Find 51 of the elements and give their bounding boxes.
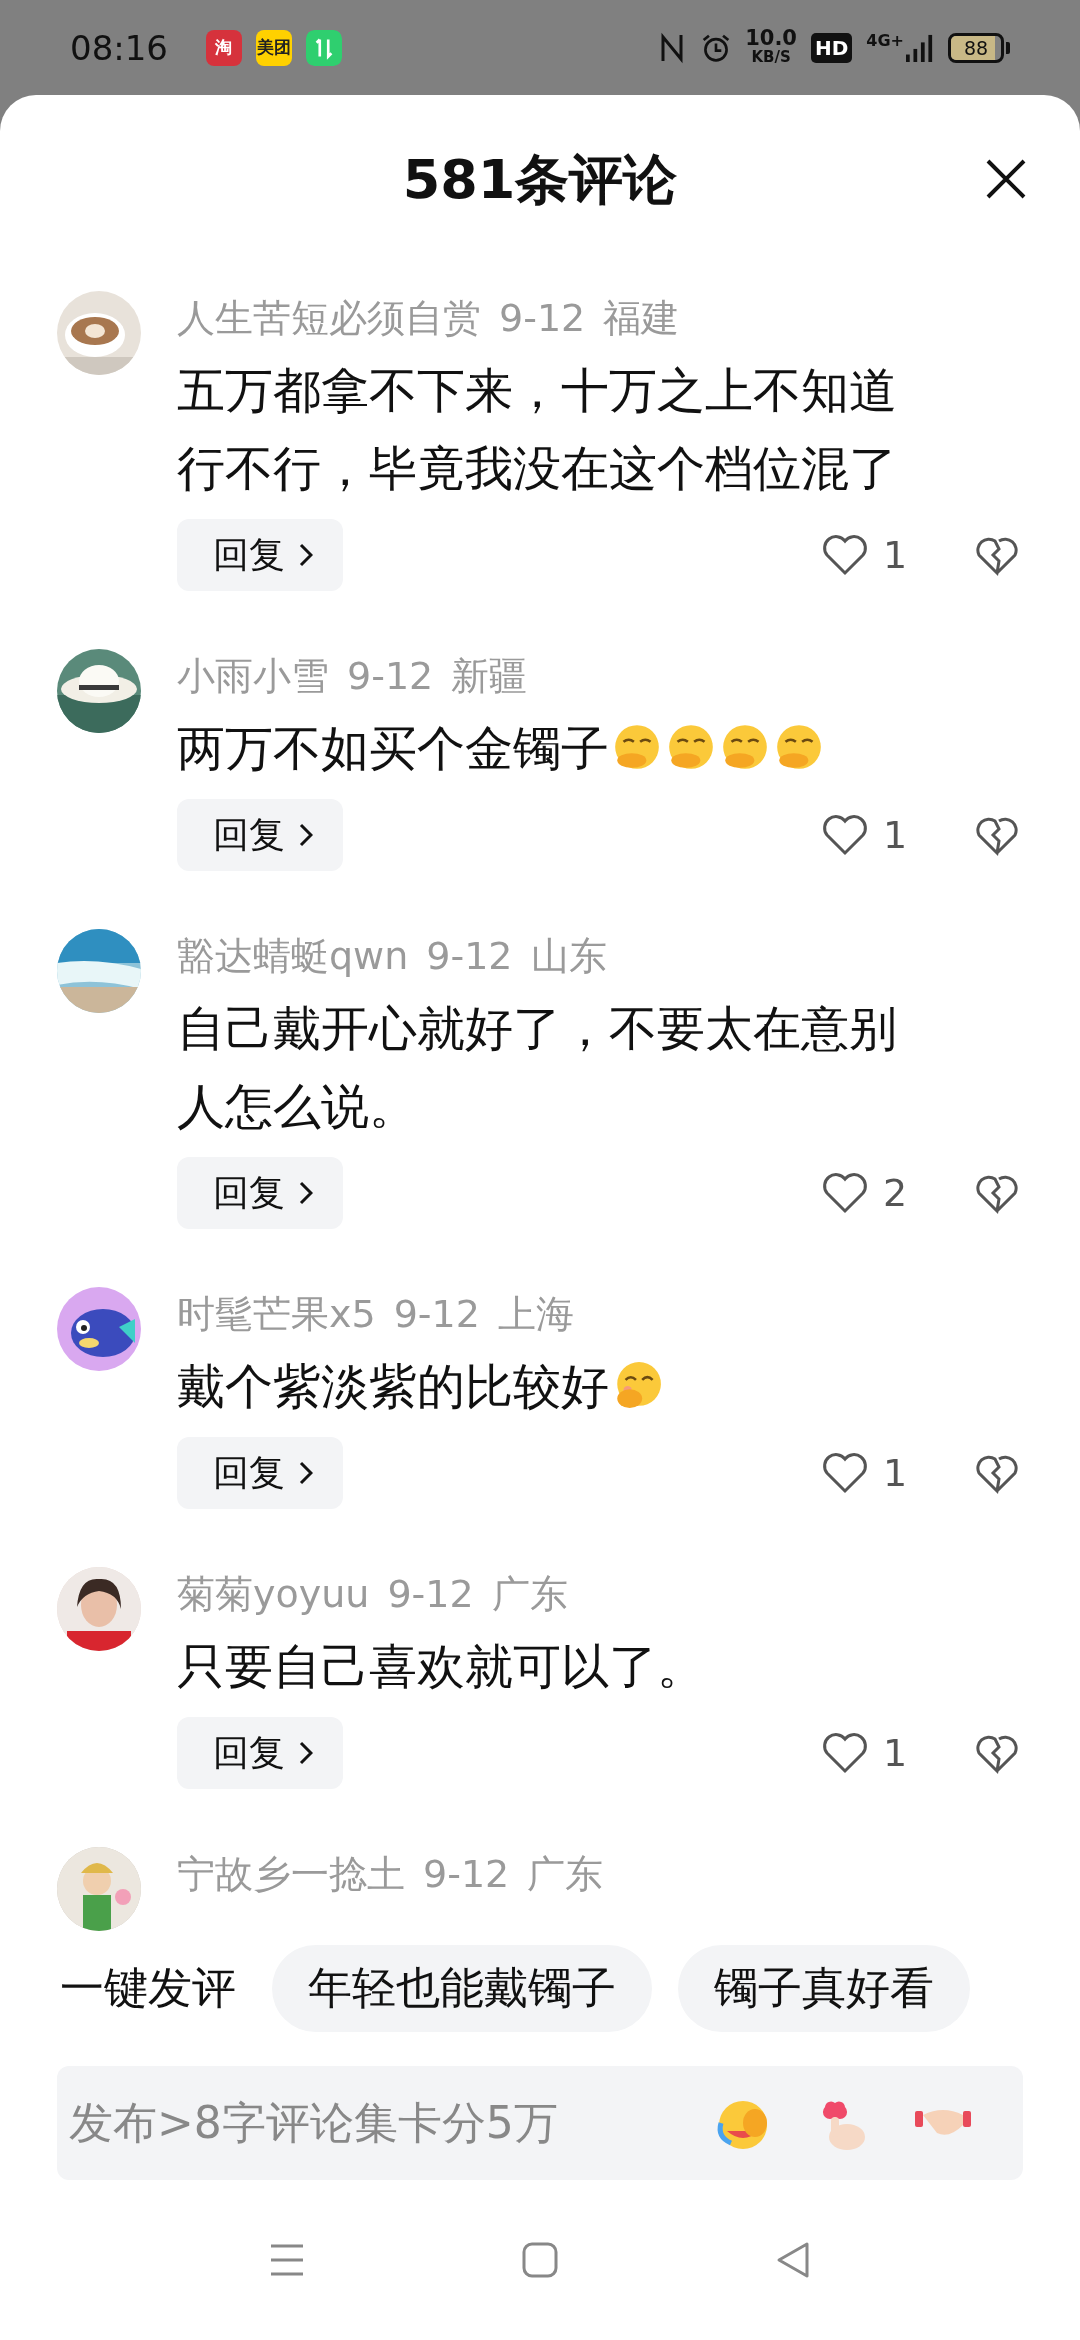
comment-location: 新疆 xyxy=(451,652,528,700)
comment-date: 9-12 xyxy=(387,1572,474,1616)
hd-badge: HD xyxy=(811,32,853,63)
app-notification-icon: 淘 xyxy=(206,29,242,66)
like-count: 1 xyxy=(882,813,909,857)
chevron-icon xyxy=(299,1461,313,1485)
app-notification-icon: 美团 xyxy=(256,29,292,66)
network-type: 4G+ xyxy=(866,31,904,50)
chevron-icon xyxy=(299,823,313,847)
comment-text: 只要自己喜欢就可以了。 xyxy=(177,1638,705,1694)
comment-location: 山东 xyxy=(530,932,607,980)
suggestion-chip[interactable]: 镯子真好看 xyxy=(678,1945,970,2032)
status-time: 08:16 xyxy=(70,27,168,68)
battery-level: 88 xyxy=(963,36,989,59)
comments-title: 581条评论 xyxy=(402,146,678,213)
like-icon[interactable] xyxy=(821,1171,869,1215)
reply-button[interactable]: 回复 xyxy=(177,1437,343,1509)
chevron-icon xyxy=(299,1181,313,1205)
like-icon[interactable] xyxy=(821,1451,869,1495)
speed-value: 10.0 xyxy=(745,28,797,48)
reply-button[interactable]: 回复 xyxy=(177,519,343,591)
comment-date: 9-12 xyxy=(347,654,434,698)
close-icon[interactable] xyxy=(984,157,1028,201)
comment-text: 戴个紫淡紫的比较好 xyxy=(177,1358,609,1414)
quick-comment-label: 一键发评 xyxy=(60,1961,236,2015)
reply-button[interactable]: 回复 xyxy=(177,1157,343,1229)
like-icon[interactable] xyxy=(821,813,869,857)
reply-button[interactable]: 回复 xyxy=(177,799,343,871)
comment-date: 9-12 xyxy=(499,296,586,340)
comment-date: 9-12 xyxy=(393,1292,480,1336)
comment-location: 福建 xyxy=(603,294,680,342)
chevron-icon xyxy=(299,543,313,567)
comment-date: 9-12 xyxy=(426,934,513,978)
speed-unit: KB/S xyxy=(751,47,791,67)
comment-location: 广东 xyxy=(527,1850,604,1898)
reply-button[interactable]: 回复 xyxy=(177,1717,343,1789)
comment-location: 广东 xyxy=(491,1570,568,1618)
like-icon[interactable] xyxy=(821,533,869,577)
suggestion-chip[interactable]: 年轻也能戴镯子 xyxy=(272,1945,652,2032)
like-count: 1 xyxy=(882,1731,909,1775)
comment-location: 上海 xyxy=(497,1290,574,1338)
comment-text: 自己戴开心就好了，不要太在意别人怎么说。 xyxy=(177,1000,897,1134)
like-count: 2 xyxy=(882,1171,909,1215)
like-count: 1 xyxy=(882,1451,909,1495)
like-icon[interactable] xyxy=(821,1731,869,1775)
comment-date: 9-12 xyxy=(423,1852,510,1896)
home-icon[interactable] xyxy=(520,2240,560,2280)
chevron-icon xyxy=(299,1741,313,1765)
comment-text: 五万都拿不下来，十万之上不知道行不行，毕竟我没在这个档位混了 xyxy=(177,362,897,496)
like-count: 1 xyxy=(882,533,909,577)
comment-text: 两万不如买个金镯子 xyxy=(177,720,609,776)
